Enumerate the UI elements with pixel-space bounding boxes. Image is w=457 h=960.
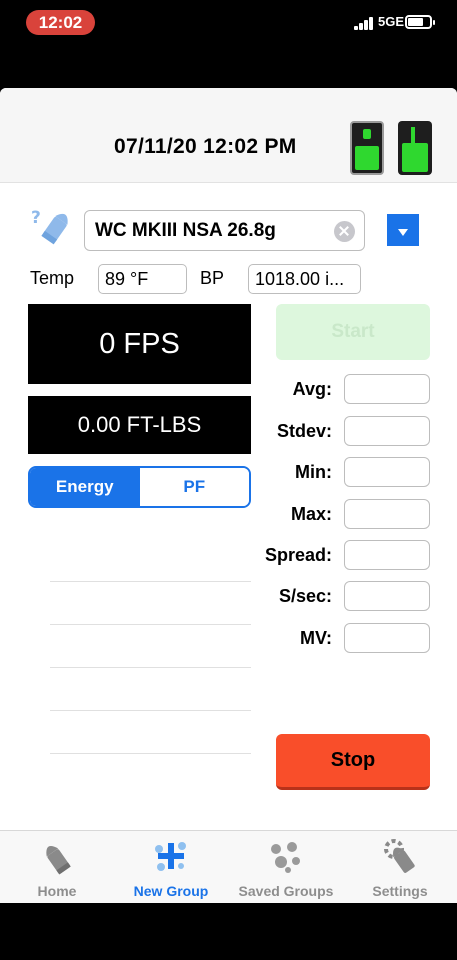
- stat-label-min: Min:: [295, 462, 332, 482]
- stat-label-stdev: Stdev:: [276, 421, 332, 441]
- bp-label: BP: [200, 268, 225, 288]
- tab-settings-label: Settings: [372, 883, 428, 899]
- energy-segment[interactable]: Energy: [30, 468, 140, 506]
- stat-field-max: [344, 499, 430, 529]
- stat-field-avg: [344, 374, 430, 404]
- home-bullet-icon: [46, 846, 71, 875]
- shot-list-divider: [50, 581, 251, 582]
- tab-bar: Home New Group Saved Groups Settings: [0, 830, 457, 903]
- status-time[interactable]: 12:02: [26, 10, 95, 35]
- home-indicator-area: [0, 903, 457, 960]
- stat-field-shots-per-sec: [344, 581, 430, 611]
- velocity-readout: 0 FPS: [28, 304, 251, 384]
- saved-groups-icon: [271, 842, 300, 873]
- temp-field[interactable]: 89 °F: [98, 264, 187, 294]
- datetime-label: 07/11/20 12:02 PM: [114, 135, 297, 158]
- new-group-plus-icon: [155, 842, 186, 871]
- battery-icon: [405, 15, 435, 29]
- tab-new-group[interactable]: New Group: [114, 831, 228, 903]
- stat-field-mv: [344, 623, 430, 653]
- stat-label-avg: Avg:: [292, 379, 332, 399]
- energy-readout: 0.00 FT-LBS: [28, 396, 251, 454]
- shot-list-divider: [50, 710, 251, 711]
- energy-pf-toggle: Energy PF: [28, 466, 251, 508]
- stat-label-spread: Spread:: [264, 545, 332, 565]
- header: 07/11/20 12:02 PM: [0, 88, 457, 183]
- tab-settings[interactable]: Settings: [343, 831, 457, 903]
- stat-field-min: [344, 457, 430, 487]
- shot-list-divider: [50, 667, 251, 668]
- sensor-device-icon[interactable]: [398, 121, 432, 175]
- stat-field-stdev: [344, 416, 430, 446]
- tab-home[interactable]: Home: [0, 831, 114, 903]
- projectile-help-icon[interactable]: ?: [30, 206, 72, 248]
- projectile-field[interactable]: WC MKIII NSA 26.8g: [84, 210, 365, 251]
- pf-segment[interactable]: PF: [139, 468, 249, 506]
- shot-list-divider: [50, 624, 251, 625]
- status-bar: 12:02 5GE: [0, 0, 457, 48]
- tab-saved-groups[interactable]: Saved Groups: [229, 831, 343, 903]
- network-label: 5GE: [378, 14, 405, 29]
- stat-label-shots-per-sec: S/sec:: [278, 586, 332, 606]
- tab-saved-groups-label: Saved Groups: [238, 883, 334, 899]
- signal-icon: [354, 16, 376, 30]
- app-screen: 07/11/20 12:02 PM ? WC MKIII NSA 26.8g T…: [0, 88, 457, 903]
- settings-bullet-icon: [384, 839, 415, 873]
- shot-list-divider: [50, 753, 251, 754]
- projectile-dropdown-button[interactable]: [387, 214, 419, 246]
- temp-label: Temp: [30, 268, 75, 288]
- clear-icon[interactable]: [334, 221, 355, 242]
- stat-label-mv: MV:: [299, 628, 332, 648]
- chronograph-device-icon[interactable]: [350, 121, 384, 175]
- stop-button[interactable]: Stop: [276, 734, 430, 790]
- stat-label-max: Max:: [290, 504, 332, 524]
- stat-field-spread: [344, 540, 430, 570]
- start-button[interactable]: Start: [276, 304, 430, 360]
- bp-field[interactable]: 1018.00 i...: [248, 264, 361, 294]
- tab-home-label: Home: [37, 883, 77, 899]
- svg-text:?: ?: [31, 208, 41, 228]
- tab-new-group-label: New Group: [133, 883, 209, 899]
